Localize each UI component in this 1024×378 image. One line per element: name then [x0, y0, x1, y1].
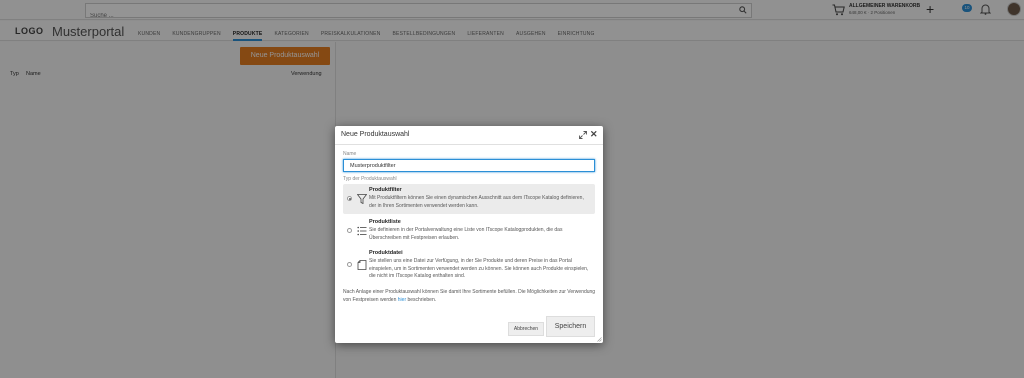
close-icon[interactable]: ✕: [590, 130, 598, 139]
type-label: Typ der Produktauswahl: [343, 176, 397, 182]
radio-produktdatei[interactable]: [347, 262, 352, 267]
option-description: Sie definieren in der Portalverwaltung e…: [369, 227, 563, 241]
footnote-text: Nach Anlage einer Produktauswahl können …: [343, 289, 596, 303]
dialog-header: Neue Produktauswahl ✕: [335, 126, 603, 145]
option-title: Produktfilter: [369, 187, 402, 193]
option-title: Produktliste: [369, 219, 401, 225]
list-icon: [357, 226, 367, 236]
funnel-icon: [357, 194, 367, 204]
option-title: Produktdatei: [369, 250, 403, 256]
name-field[interactable]: [343, 159, 595, 172]
resize-handle-icon[interactable]: [597, 337, 602, 342]
dialog-footnote: Nach Anlage einer Produktauswahl können …: [343, 288, 599, 304]
option-description: Mit Produktfiltern können Sie einen dyna…: [369, 195, 584, 209]
radio-produktfilter[interactable]: [347, 196, 352, 201]
new-product-selection-dialog: Neue Produktauswahl ✕ Name Typ der Produ…: [335, 126, 603, 343]
footnote-text-end: beschrieben.: [406, 297, 437, 303]
expand-icon[interactable]: [579, 131, 587, 139]
name-label: Name: [343, 151, 357, 157]
option-produktdatei[interactable]: Produktdatei Sie stellen uns eine Datei …: [343, 248, 595, 286]
option-description: Sie stellen uns eine Datei zur Verfügung…: [369, 258, 589, 279]
option-produktliste[interactable]: Produktliste Sie definieren in der Porta…: [343, 217, 595, 245]
option-produktfilter[interactable]: Produktfilter Mit Produktfiltern können …: [343, 184, 595, 214]
save-button[interactable]: Speichern: [546, 316, 595, 337]
footnote-link[interactable]: hier: [398, 297, 406, 303]
cancel-button[interactable]: Abbrechen: [508, 322, 544, 336]
radio-produktliste[interactable]: [347, 228, 352, 233]
file-icon: [357, 260, 367, 270]
dialog-title: Neue Produktauswahl: [341, 131, 410, 138]
